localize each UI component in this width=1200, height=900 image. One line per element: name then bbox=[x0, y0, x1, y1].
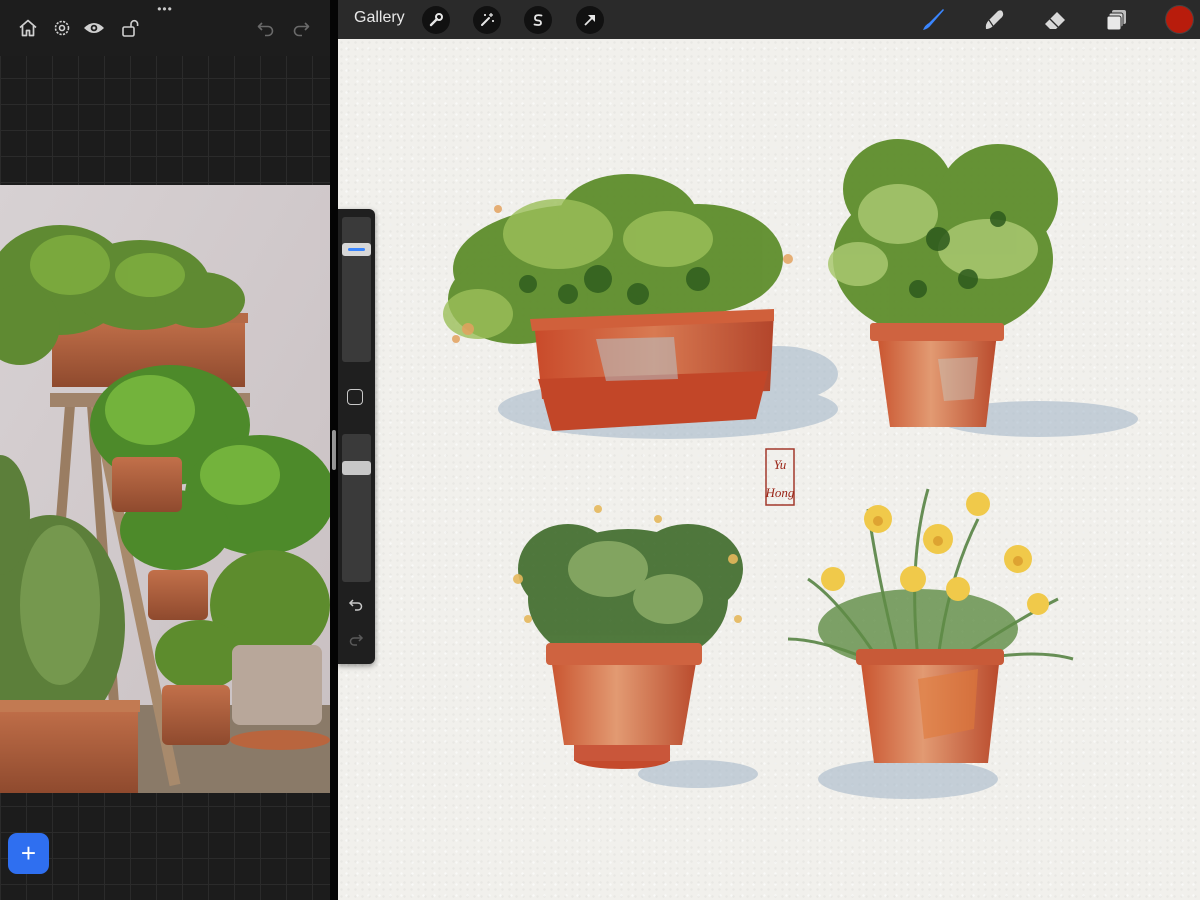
undo-icon[interactable] bbox=[346, 595, 366, 615]
reference-pane: ••• + bbox=[0, 0, 330, 900]
brush-icon[interactable] bbox=[918, 5, 948, 35]
redo-icon[interactable] bbox=[287, 14, 315, 42]
magic-wand-icon[interactable] bbox=[473, 6, 501, 34]
settings-icon[interactable] bbox=[48, 14, 76, 42]
modify-button[interactable] bbox=[347, 389, 363, 405]
more-options-button[interactable]: ••• bbox=[151, 2, 179, 16]
svg-text:Hong: Hong bbox=[765, 485, 795, 500]
brush-size-indicator bbox=[348, 248, 365, 252]
watercolor-artwork: Yu Hong bbox=[443, 139, 1138, 799]
layers-icon[interactable] bbox=[1102, 5, 1132, 35]
opacity-thumb[interactable] bbox=[342, 460, 371, 475]
reference-toolbar: ••• bbox=[0, 0, 330, 56]
add-reference-button[interactable]: + bbox=[8, 833, 49, 874]
gallery-button[interactable]: Gallery bbox=[354, 9, 405, 27]
brush-sidebar bbox=[338, 209, 375, 664]
selection-icon[interactable] bbox=[524, 6, 552, 34]
smudge-icon[interactable] bbox=[979, 5, 1009, 35]
svg-text:Yu: Yu bbox=[774, 457, 787, 472]
brush-size-thumb[interactable] bbox=[342, 243, 371, 257]
opacity-slider[interactable] bbox=[342, 434, 371, 582]
eraser-icon[interactable] bbox=[1040, 5, 1070, 35]
brush-size-slider[interactable] bbox=[342, 217, 371, 362]
color-picker-swatch[interactable] bbox=[1166, 6, 1193, 33]
home-icon[interactable] bbox=[14, 14, 42, 42]
redo-icon[interactable] bbox=[346, 630, 366, 650]
eye-icon[interactable] bbox=[80, 14, 108, 42]
transform-arrow-icon[interactable] bbox=[576, 6, 604, 34]
lock-open-icon[interactable] bbox=[116, 14, 144, 42]
wrench-icon[interactable] bbox=[422, 6, 450, 34]
undo-icon[interactable] bbox=[252, 14, 280, 42]
split-divider-handle[interactable] bbox=[332, 430, 336, 470]
artist-signature: Yu Hong bbox=[765, 448, 795, 506]
drawing-canvas[interactable]: Yu Hong bbox=[338, 39, 1200, 900]
reference-photo bbox=[0, 185, 330, 793]
canvas-toolbar: Gallery bbox=[338, 0, 1200, 39]
